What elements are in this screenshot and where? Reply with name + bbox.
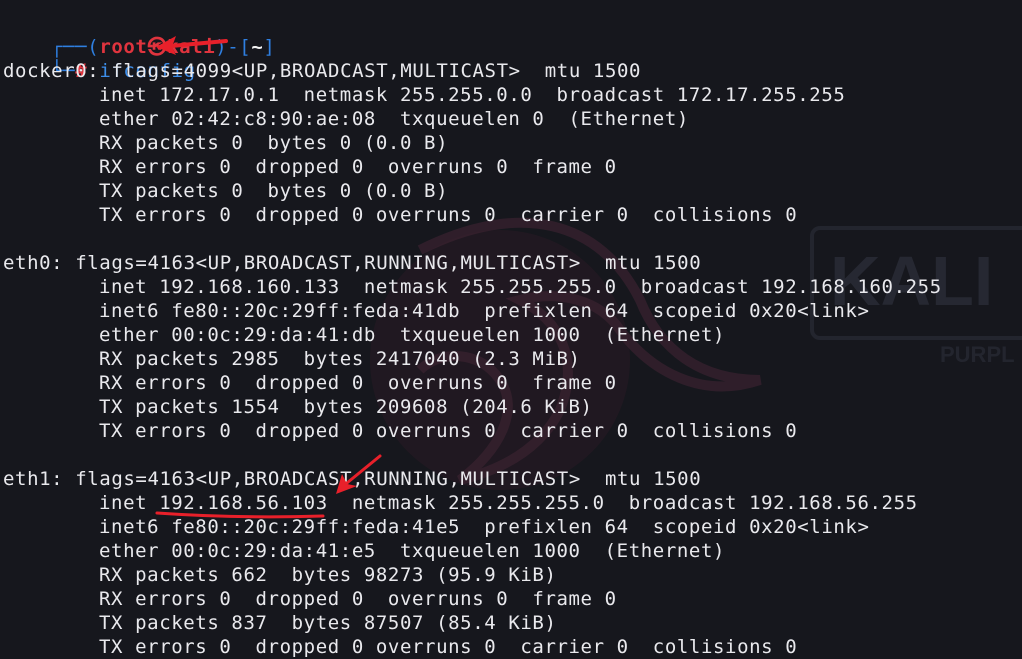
eth1-inet-line: inet 192.168.56.103 netmask 255.255.255.… [99, 492, 918, 514]
docker0-line: inet 172.17.0.1 netmask 255.255.0.0 broa… [99, 84, 846, 106]
eth0-line: ether 00:0c:29:da:41:db txqueuelen 1000 … [99, 324, 726, 346]
prompt-line-2: └─# ifconfig [3, 35, 196, 82]
terminal-window[interactable]: ┌──(root㉿kali)-[~] └─# ifconfig docker0:… [0, 0, 1022, 658]
eth0-line: inet 192.168.160.133 netmask 255.255.255… [99, 276, 942, 298]
docker0-line: RX packets 0 bytes 0 (0.0 B) [99, 132, 449, 154]
eth1-line: RX packets 662 bytes 98273 (95.9 KiB) [99, 564, 557, 586]
eth0-header: eth0: flags=4163<UP,BROADCAST,RUNNING,MU… [3, 252, 702, 274]
eth1-line: inet6 fe80::20c:29ff:feda:41e5 prefixlen… [99, 516, 870, 538]
eth1-line: ether 00:0c:29:da:41:e5 txqueuelen 1000 … [99, 540, 726, 562]
eth0-line: inet6 fe80::20c:29ff:feda:41db prefixlen… [99, 300, 870, 322]
prompt-frame-close: ] [263, 36, 276, 58]
docker0-line: TX errors 0 dropped 0 overruns 0 carrier… [99, 204, 798, 226]
eth0-line: TX errors 0 dropped 0 overruns 0 carrier… [99, 420, 798, 442]
eth1-header: eth1: flags=4163<UP,BROADCAST,RUNNING,MU… [3, 468, 702, 490]
docker0-line: RX errors 0 dropped 0 overruns 0 frame 0 [99, 156, 617, 178]
eth1-line: TX packets 837 bytes 87507 (85.4 KiB) [99, 612, 557, 634]
prompt-frame-mid: )-[ [215, 36, 252, 58]
eth0-line: RX packets 2985 bytes 2417040 (2.3 MiB) [99, 348, 581, 370]
prompt-line-1: ┌──(root㉿kali)-[~] [3, 11, 275, 58]
docker0-header: docker0: flags=4099<UP,BROADCAST,MULTICA… [3, 60, 642, 82]
eth0-line: TX packets 1554 bytes 209608 (204.6 KiB) [99, 396, 593, 418]
eth1-line: RX errors 0 dropped 0 overruns 0 frame 0 [99, 588, 617, 610]
prompt-path: ~ [251, 36, 264, 58]
docker0-line: ether 02:42:c8:90:ae:08 txqueuelen 0 (Et… [99, 108, 689, 130]
eth1-line: TX errors 0 dropped 0 overruns 0 carrier… [99, 636, 798, 658]
docker0-line: TX packets 0 bytes 0 (0.0 B) [99, 180, 449, 202]
eth0-line: RX errors 0 dropped 0 overruns 0 frame 0 [99, 372, 617, 394]
